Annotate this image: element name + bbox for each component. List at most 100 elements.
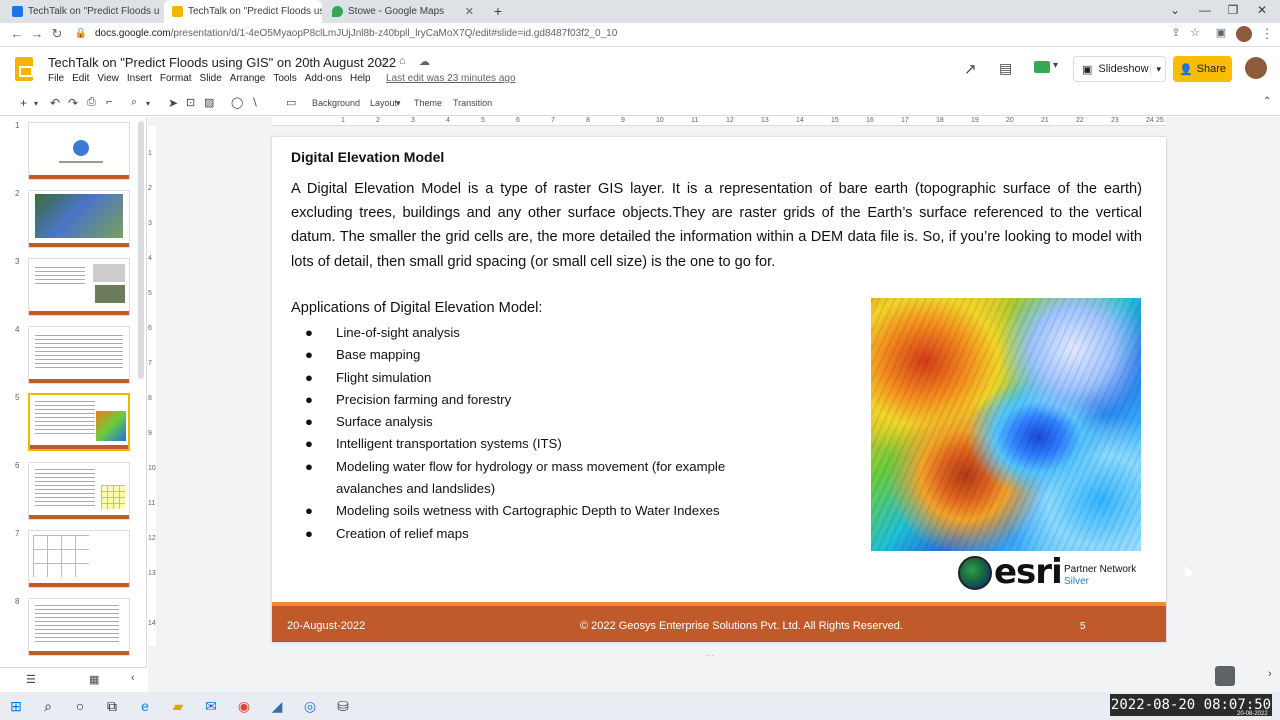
side-panel-collapse-icon[interactable]: ›: [1268, 668, 1272, 680]
slide-thumbnail-6[interactable]: [28, 462, 130, 520]
line-icon[interactable]: ∖: [251, 96, 258, 109]
collapse-filmstrip-icon[interactable]: ‹: [131, 672, 135, 684]
menu-file[interactable]: File: [48, 73, 64, 84]
layout-button[interactable]: Layout: [370, 98, 397, 108]
shape-icon[interactable]: ◯: [231, 96, 243, 109]
redo-icon[interactable]: ↷: [68, 96, 78, 110]
cloud-status-icon[interactable]: ☁: [419, 55, 430, 68]
browser-tab-3[interactable]: Stowe - Google Maps ✕: [324, 0, 482, 23]
slide-thumbnail-8[interactable]: [28, 598, 130, 656]
menu-view[interactable]: View: [97, 73, 119, 84]
last-edit-link[interactable]: Last edit was 23 minutes ago: [386, 73, 516, 84]
star-icon[interactable]: ☆: [378, 55, 389, 69]
side-panel-icon[interactable]: ▣: [1212, 26, 1230, 39]
app-icon[interactable]: ◢: [269, 698, 285, 714]
slide-number: 6: [15, 461, 20, 470]
task-view-icon[interactable]: ⧉: [104, 698, 120, 714]
slide-thumbnail-5-selected[interactable]: [28, 393, 130, 451]
mail-icon[interactable]: ✉: [203, 698, 219, 714]
filmstrip-scrollbar[interactable]: [138, 121, 144, 379]
document-title[interactable]: TechTalk on "Predict Floods using GIS" o…: [48, 55, 396, 70]
theme-button[interactable]: Theme: [414, 98, 442, 108]
list-view-icon[interactable]: ☰: [26, 673, 36, 686]
applications-list[interactable]: ● Line-of-sight analysis ● Base mapping ● F…: [305, 322, 785, 545]
meet-dropdown-icon[interactable]: ▾: [1053, 60, 1058, 71]
menu-insert[interactable]: Insert: [127, 73, 152, 84]
cortana-icon[interactable]: ○: [72, 698, 88, 714]
move-folder-icon[interactable]: ⌂: [399, 55, 406, 67]
edge-icon[interactable]: e: [137, 698, 153, 714]
slide-thumbnail-4[interactable]: [28, 326, 130, 384]
zoom-dropdown-icon[interactable]: ▾: [146, 99, 150, 108]
url-field[interactable]: docs.google.com/presentation/d/1-4eO5Mya…: [95, 28, 617, 39]
notes-drag-handle-icon[interactable]: ⋯: [706, 651, 714, 660]
slides-logo-icon[interactable]: [15, 57, 33, 81]
layout-dropdown-icon[interactable]: ▾: [396, 98, 401, 109]
menu-tools[interactable]: Tools: [273, 73, 296, 84]
browser-tab-1[interactable]: TechTalk on "Predict Floods u ✕: [4, 0, 162, 23]
image-icon[interactable]: ▨: [204, 96, 214, 109]
meet-icon[interactable]: [1034, 61, 1050, 73]
slide-thumbnail-2[interactable]: [28, 190, 130, 248]
new-tab-button[interactable]: +: [488, 3, 508, 19]
new-slide-dropdown-icon[interactable]: ▾: [34, 99, 38, 108]
tab-search-icon[interactable]: ⌄: [1165, 3, 1185, 17]
share-button[interactable]: 👤 Share: [1173, 56, 1232, 82]
menu-edit[interactable]: Edit: [72, 73, 89, 84]
chrome-icon[interactable]: ◉: [236, 698, 252, 714]
select-cursor-icon[interactable]: ➤: [168, 96, 178, 110]
menu-addons[interactable]: Add-ons: [305, 73, 342, 84]
slide-thumbnail-7[interactable]: [28, 530, 130, 588]
slide-thumbnail-3[interactable]: [28, 258, 130, 316]
activity-trend-icon[interactable]: ↗: [964, 60, 977, 78]
transition-button[interactable]: Transition: [453, 98, 492, 108]
slide-paragraph[interactable]: A Digital Elevation Model is a type of r…: [291, 177, 1142, 274]
menu-format[interactable]: Format: [160, 73, 192, 84]
app-icon[interactable]: ⛁: [335, 698, 351, 714]
slide-thumbnail-1[interactable]: [28, 122, 130, 180]
new-slide-icon[interactable]: +: [20, 96, 27, 110]
text-box-icon[interactable]: ⊡: [186, 96, 195, 109]
windows-start-icon[interactable]: ⊞: [8, 698, 24, 714]
share-page-icon[interactable]: ⇪: [1167, 26, 1185, 39]
search-icon[interactable]: ⌕: [40, 698, 56, 714]
forward-icon[interactable]: →: [28, 26, 46, 41]
browser-tab-2[interactable]: TechTalk on "Predict Floods using ✕: [164, 0, 322, 23]
file-explorer-icon[interactable]: ▰: [170, 698, 186, 714]
menu-help[interactable]: Help: [350, 73, 371, 84]
grid-view-icon[interactable]: ▦: [89, 673, 99, 686]
back-icon[interactable]: ←: [8, 26, 26, 41]
browser-menu-icon[interactable]: ⋮: [1258, 26, 1276, 42]
bookmark-star-icon[interactable]: ☆: [1186, 26, 1204, 39]
account-avatar[interactable]: [1245, 57, 1267, 79]
zoom-icon[interactable]: ⌕: [131, 96, 137, 109]
comment-add-icon[interactable]: ▭: [286, 96, 296, 109]
esri-partner-logo[interactable]: esri Partner Network Silver: [958, 552, 1148, 596]
slideshow-dropdown-icon[interactable]: ▾: [1150, 63, 1161, 75]
lock-icon[interactable]: 🔒: [72, 28, 90, 39]
paint-format-icon[interactable]: ⌐: [106, 96, 112, 108]
slideshow-button[interactable]: ▣ Slideshow ▾: [1073, 56, 1166, 82]
ruler-tick: 6: [516, 117, 520, 124]
collapse-toolbar-icon[interactable]: ⌃: [1263, 96, 1271, 107]
print-icon[interactable]: ⎙: [87, 96, 96, 109]
menu-arrange[interactable]: Arrange: [230, 73, 266, 84]
profile-avatar[interactable]: [1236, 26, 1252, 42]
close-tab-icon[interactable]: ✕: [461, 5, 474, 18]
dem-terrain-image[interactable]: [871, 298, 1141, 551]
applications-heading[interactable]: Applications of Digital Elevation Model:: [291, 300, 542, 316]
restore-icon[interactable]: ❐: [1223, 3, 1243, 17]
slide-title[interactable]: Digital Elevation Model: [291, 149, 444, 165]
background-button[interactable]: Background: [312, 98, 360, 108]
comments-icon[interactable]: ▤: [999, 60, 1012, 77]
current-slide[interactable]: Digital Elevation Model A Digital Elevat…: [272, 137, 1166, 642]
close-window-icon[interactable]: ✕: [1252, 3, 1272, 17]
ruler-tick: 18: [936, 117, 944, 124]
speaker-notes-toggle-icon[interactable]: [1215, 666, 1235, 686]
minimize-icon[interactable]: —: [1195, 3, 1215, 17]
reload-icon[interactable]: ↻: [48, 26, 66, 42]
thumb-globe: [73, 140, 89, 156]
app-icon[interactable]: ◎: [302, 698, 318, 714]
undo-icon[interactable]: ↶: [50, 96, 60, 110]
menu-slide[interactable]: Slide: [200, 73, 222, 84]
